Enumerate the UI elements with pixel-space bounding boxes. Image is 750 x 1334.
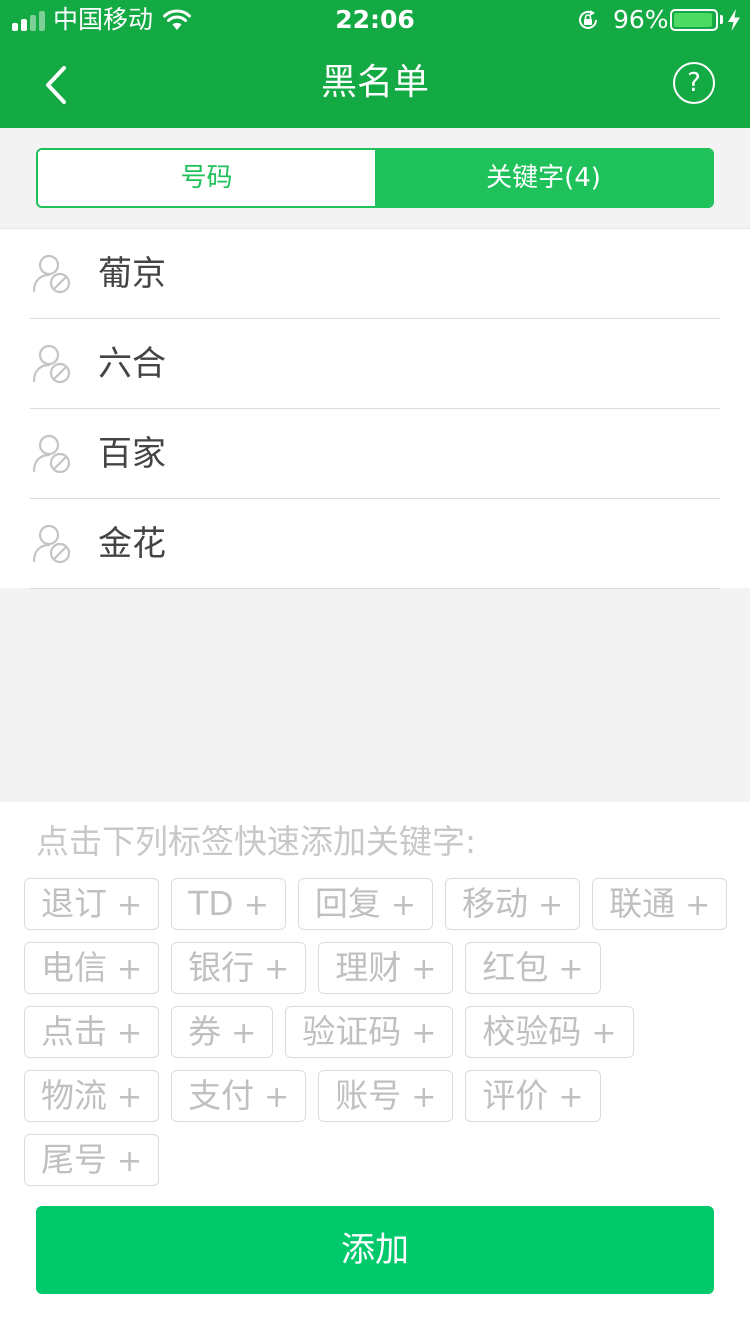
- quick-tag[interactable]: 券 +: [171, 1006, 274, 1058]
- battery-icon: [670, 9, 718, 31]
- blocked-user-icon: [32, 524, 71, 564]
- quick-tag-row: 退订 + TD + 回复 + 移动 + 联通 +: [24, 878, 734, 930]
- quick-tag-label: 校验码: [482, 1012, 582, 1051]
- quick-tag-label: 尾号: [41, 1140, 107, 1179]
- status-bar: 中国移动 22:06 96%: [0, 0, 750, 40]
- quick-tag-label: 理财: [335, 948, 402, 987]
- battery-level: [674, 13, 712, 27]
- quick-tag[interactable]: 联通 +: [592, 878, 728, 930]
- quick-add-hint: 点击下列标签快速添加关键字:: [36, 822, 477, 861]
- quick-tag-list: 退订 + TD + 回复 + 移动 + 联通 + 电信 + 银行 + 理财 + 红包 + 点击 + 券 + 验证码 + 校验码 +…: [24, 878, 734, 1198]
- blocked-user-icon: [32, 434, 71, 474]
- quick-tag-label: 退订: [41, 884, 107, 923]
- keyword-list-item[interactable]: 六合: [30, 319, 720, 409]
- keyword-list-item[interactable]: 百家: [30, 409, 720, 499]
- quick-tag-label: 回复: [314, 884, 381, 923]
- quick-tag[interactable]: 账号 +: [318, 1070, 454, 1122]
- quick-tag[interactable]: 点击 +: [24, 1006, 160, 1058]
- plus-icon: +: [390, 888, 416, 923]
- plus-icon: +: [411, 1080, 437, 1115]
- plus-icon: +: [117, 952, 143, 987]
- quick-tag-label: 红包: [482, 948, 549, 987]
- plus-icon: +: [243, 888, 269, 923]
- quick-tag[interactable]: 物流 +: [24, 1070, 160, 1122]
- blocked-user-icon: [32, 254, 71, 294]
- quick-tag-label: TD: [188, 884, 234, 923]
- quick-tag-row: 电信 + 银行 + 理财 + 红包 +: [24, 942, 734, 994]
- quick-tag-label: 点击: [41, 1012, 107, 1051]
- plus-icon: +: [411, 952, 437, 987]
- quick-tag[interactable]: 验证码 +: [285, 1006, 454, 1058]
- keyword-list: 葡京 六合 百家 金花: [0, 228, 750, 589]
- quick-tag[interactable]: 银行 +: [171, 942, 307, 994]
- quick-tag-label: 银行: [188, 948, 255, 987]
- rotation-lock-icon: [579, 10, 597, 29]
- quick-tag-label: 移动: [462, 884, 528, 923]
- plus-icon: +: [117, 888, 143, 923]
- plus-icon: +: [264, 952, 290, 987]
- quick-tag[interactable]: TD +: [171, 878, 286, 930]
- tab-keywords[interactable]: 关键字(4): [375, 150, 712, 206]
- plus-icon: +: [685, 888, 711, 923]
- plus-icon: +: [117, 1144, 143, 1179]
- quick-tag-label: 券: [188, 1012, 222, 1051]
- plus-icon: +: [411, 1016, 437, 1051]
- plus-icon: +: [117, 1080, 143, 1115]
- quick-tag-label: 物流: [41, 1076, 107, 1115]
- top-bar: 中国移动 22:06 96% 黑名单 ?: [0, 0, 750, 128]
- plus-icon: +: [264, 1080, 290, 1115]
- quick-tag[interactable]: 理财 +: [318, 942, 454, 994]
- quick-tag[interactable]: 移动 +: [445, 878, 581, 930]
- keyword-label: 葡京: [98, 254, 166, 294]
- keyword-label: 百家: [98, 434, 166, 474]
- quick-tag[interactable]: 退订 +: [24, 878, 160, 930]
- page-title: 黑名单: [320, 62, 429, 103]
- keyword-label: 六合: [98, 344, 166, 384]
- plus-icon: +: [231, 1016, 257, 1051]
- quick-tag-row: 物流 + 支付 + 账号 + 评价 +: [24, 1070, 734, 1122]
- quick-tag-label: 评价: [482, 1076, 549, 1115]
- quick-tag-row: 尾号 +: [24, 1134, 734, 1186]
- quick-tag[interactable]: 尾号 +: [24, 1134, 160, 1186]
- quick-tag-label: 账号: [335, 1076, 402, 1115]
- quick-tag-label: 电信: [41, 948, 107, 987]
- quick-tag[interactable]: 校验码 +: [465, 1006, 634, 1058]
- plus-icon: +: [558, 952, 584, 987]
- quick-tag-label: 支付: [188, 1076, 255, 1115]
- tab-numbers[interactable]: 号码: [38, 150, 375, 206]
- add-button[interactable]: 添加: [36, 1206, 714, 1294]
- quick-tag[interactable]: 评价 +: [465, 1070, 601, 1122]
- quick-tag[interactable]: 支付 +: [171, 1070, 307, 1122]
- tab-switcher: 号码 关键字(4): [36, 148, 714, 208]
- plus-icon: +: [117, 1016, 143, 1051]
- quick-tag-label: 验证码: [302, 1012, 402, 1051]
- quick-tag[interactable]: 回复 +: [297, 878, 433, 930]
- blocked-user-icon: [32, 344, 71, 384]
- keyword-list-item[interactable]: 金花: [30, 499, 720, 589]
- charging-bolt-icon: [728, 9, 740, 31]
- plus-icon: +: [591, 1016, 617, 1051]
- quick-tag-row: 点击 + 券 + 验证码 + 校验码 +: [24, 1006, 734, 1058]
- plus-icon: +: [558, 1080, 584, 1115]
- quick-tag[interactable]: 红包 +: [465, 942, 601, 994]
- help-button[interactable]: ?: [673, 62, 715, 104]
- plus-icon: +: [538, 888, 564, 923]
- keyword-list-item[interactable]: 葡京: [30, 229, 720, 319]
- quick-tag[interactable]: 电信 +: [24, 942, 160, 994]
- quick-tag-label: 联通: [609, 884, 676, 923]
- battery-percent: 96%: [613, 5, 669, 34]
- quick-add-panel: 点击下列标签快速添加关键字: 退订 + TD + 回复 + 移动 + 联通 + 电信 + 银行 + 理财 + 红…: [0, 802, 750, 1334]
- keyword-label: 金花: [98, 524, 166, 564]
- battery-tip: [720, 15, 723, 24]
